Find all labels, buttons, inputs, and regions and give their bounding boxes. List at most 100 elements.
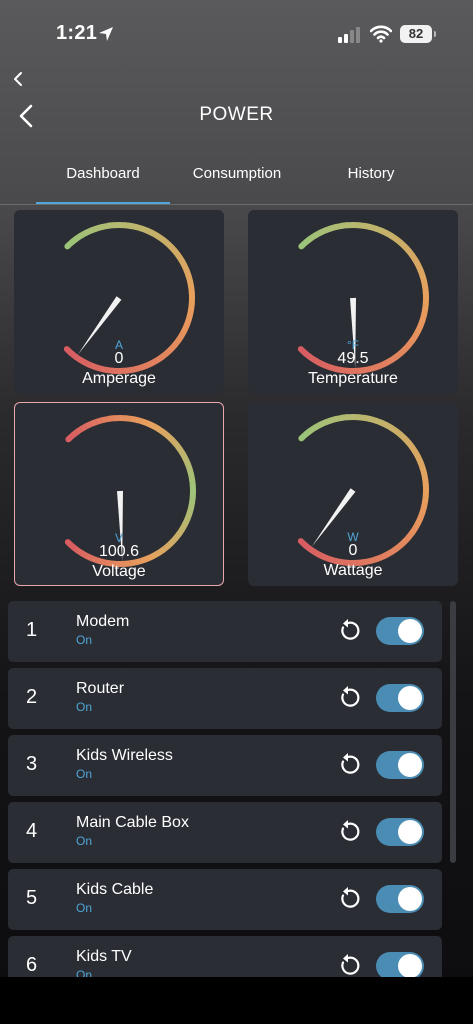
- outlet-row[interactable]: 4 Main Cable Box On: [8, 802, 442, 863]
- gauge-arc-segment: [136, 417, 145, 425]
- tab-bar: Dashboard Consumption History: [36, 162, 436, 206]
- reset-icon[interactable]: [336, 685, 362, 711]
- reset-icon[interactable]: [336, 618, 362, 644]
- gauge-arc-segment: [415, 324, 424, 334]
- gauge-arc-segment: [168, 244, 178, 254]
- gauge-arc-segment: [409, 445, 419, 455]
- gauge-arc-segment: [160, 236, 169, 246]
- voltage-gauge[interactable]: V 100.6 Voltage: [14, 402, 224, 586]
- outlet-status: On: [76, 700, 93, 714]
- outlet-row[interactable]: 3 Kids Wireless On: [8, 735, 442, 796]
- tab-consumption[interactable]: Consumption: [170, 162, 304, 202]
- wattage-gauge[interactable]: W 0 Wattage: [248, 402, 458, 586]
- gauge-arc-segment: [176, 446, 186, 456]
- gauge-arc-segment: [179, 451, 189, 460]
- outlet-status: On: [76, 633, 93, 647]
- gauge-arc-segment: [298, 238, 310, 250]
- gauge-arc-segment: [394, 428, 403, 438]
- outlet-name: Kids Wireless: [76, 747, 173, 764]
- power-toggle[interactable]: [376, 617, 424, 645]
- gauge-arc-segment: [402, 436, 412, 446]
- gauge-arc-segment: [421, 472, 429, 480]
- gauge-arc-segment: [145, 227, 155, 236]
- power-toggle[interactable]: [376, 952, 424, 977]
- status-time: 1:21: [56, 22, 98, 44]
- reset-icon[interactable]: [336, 819, 362, 845]
- gauge-arc-segment: [108, 415, 116, 422]
- gauge-arc-segment: [379, 227, 389, 236]
- gauge-arc-segment: [323, 225, 333, 234]
- outlet-number: 3: [26, 753, 38, 775]
- gauge-arc-segment: [415, 263, 424, 272]
- power-toggle[interactable]: [376, 818, 424, 846]
- toggle-knob: [398, 820, 422, 844]
- gauge-arc-segment: [398, 432, 408, 442]
- gauge-arc-segment: [185, 274, 194, 283]
- gauge-value: 0: [114, 350, 124, 367]
- gauge-arc-segment: [79, 229, 88, 239]
- outlet-name: Modem: [76, 613, 130, 630]
- gauge-arc-segment: [155, 233, 165, 242]
- list-scrollbar[interactable]: [450, 601, 456, 863]
- gauge-arc-segment: [406, 248, 415, 258]
- gauge-arc-segment: [303, 236, 313, 245]
- outlet-row[interactable]: 2 Router On: [8, 668, 442, 729]
- power-toggle[interactable]: [376, 885, 424, 913]
- power-toggle[interactable]: [376, 751, 424, 779]
- outlet-row[interactable]: 1 Modem On: [8, 601, 442, 662]
- tab-history[interactable]: History: [304, 162, 438, 202]
- gauge-arc-segment: [369, 224, 378, 232]
- gauge-arc-segment: [379, 419, 389, 428]
- gauge-arc-segment: [101, 222, 109, 230]
- amperage-gauge[interactable]: A 0 Amperage: [14, 210, 224, 394]
- gauge-arc-segment: [374, 417, 383, 426]
- gauge-arc-segment: [156, 426, 166, 435]
- divider: [0, 204, 473, 205]
- gauge-arc-segment: [303, 428, 313, 437]
- outlet-row[interactable]: 5 Kids Cable On: [8, 869, 442, 930]
- tab-dashboard[interactable]: Dashboard: [36, 162, 170, 202]
- outlet-status: On: [76, 767, 93, 781]
- gauge-arc-segment: [417, 268, 426, 278]
- gauge-arc-segment: [65, 431, 77, 443]
- gauge-arc-segment: [422, 286, 429, 294]
- gauge-arc-segment: [75, 425, 85, 435]
- gauge-arc-segment: [89, 225, 99, 234]
- reset-icon[interactable]: [336, 886, 362, 912]
- gauge-arc-segment: [165, 433, 175, 443]
- outlet-number: 1: [26, 619, 38, 641]
- gauge-arc-segment: [323, 417, 333, 426]
- outlet-number: 4: [26, 820, 38, 842]
- gauge-arc-segment: [313, 421, 322, 431]
- gauge-arc-segment: [80, 422, 89, 432]
- gauge-arc-segment: [412, 450, 422, 459]
- gauge-label: Amperage: [82, 370, 156, 387]
- location-arrow-icon: [99, 27, 113, 41]
- reset-icon[interactable]: [336, 752, 362, 778]
- gauge-arc-segment: [363, 222, 372, 231]
- gauge-arc-segment: [318, 419, 327, 428]
- gauge-arc-segment: [141, 418, 150, 427]
- gauge-arc-segment: [135, 224, 144, 232]
- gauge-arc-segment: [102, 415, 110, 423]
- gauge-arc-segment: [415, 516, 424, 526]
- outlet-row[interactable]: 6 Kids TV On: [8, 936, 442, 977]
- gauge-arc-segment: [422, 303, 429, 311]
- outlet-list[interactable]: 1 Modem On 2 Router On 3 Kids Wireless O…: [8, 601, 444, 977]
- gauge-arc-segment: [341, 414, 349, 421]
- gauge-arc-segment: [412, 521, 421, 531]
- toggle-knob: [398, 686, 422, 710]
- gauge-arc-segment: [187, 501, 196, 510]
- gauge-arc-segment: [183, 319, 192, 328]
- gauge-arc-segment: [402, 244, 412, 254]
- gauge-arc-segment: [179, 522, 188, 532]
- gauge-arc-segment: [318, 227, 327, 236]
- gauge-arc-segment: [422, 495, 429, 503]
- reset-icon[interactable]: [336, 953, 362, 977]
- gauge-arc-segment: [178, 258, 188, 267]
- gauge-arc-segment: [420, 308, 429, 317]
- temperature-gauge[interactable]: °F 49.5 Temperature: [248, 210, 458, 394]
- gauge-arc-segment: [421, 280, 429, 288]
- power-toggle[interactable]: [376, 684, 424, 712]
- chevron-left-icon[interactable]: [12, 70, 24, 88]
